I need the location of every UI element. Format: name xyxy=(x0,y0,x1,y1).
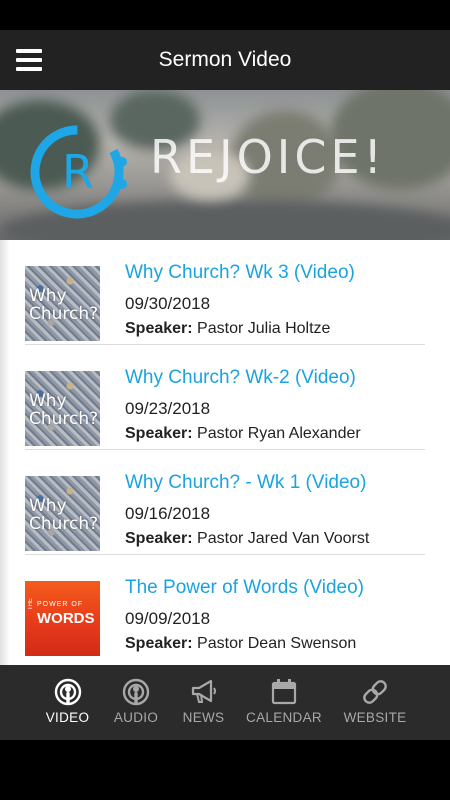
megaphone-icon xyxy=(191,679,216,703)
sermon-list: Why Church? Why Church? Wk 3 (Video) 09/… xyxy=(0,240,450,665)
status-bar xyxy=(0,0,450,30)
banner-word: REJOICE! xyxy=(150,130,386,184)
tab-label: VIDEO xyxy=(45,710,90,725)
sermon-thumbnail: Why Church? xyxy=(25,266,100,341)
tab-label: WEBSITE xyxy=(343,710,407,725)
sermon-thumbnail: Why Church? xyxy=(25,371,100,446)
tab-label: CALENDAR xyxy=(246,710,322,725)
sermon-speaker: Speaker: Pastor Julia Holtze xyxy=(125,320,331,337)
sermon-item[interactable]: Why Church? Why Church? - Wk 1 (Video) 0… xyxy=(25,450,425,555)
sermon-item[interactable]: THE POWER OF WORDS The Power of Words (V… xyxy=(25,555,425,660)
bottom-tab-bar: VIDEO AUDIO NEWS CALENDAR WEBSITE xyxy=(0,665,450,740)
sermon-speaker: Speaker: Pastor Ryan Alexander xyxy=(125,425,361,442)
sermon-item[interactable]: Why Church? Why Church? Wk 3 (Video) 09/… xyxy=(25,240,425,345)
sermon-date: 09/09/2018 xyxy=(125,609,211,628)
tab-video[interactable]: VIDEO xyxy=(35,665,100,740)
sermon-title[interactable]: The Power of Words (Video) xyxy=(125,577,364,599)
rejoice-banner: R REJOICE! xyxy=(0,90,450,240)
sermon-date: 09/23/2018 xyxy=(125,399,211,418)
sermon-thumbnail: THE POWER OF WORDS xyxy=(25,581,100,656)
tab-news[interactable]: NEWS xyxy=(176,665,231,740)
app-bar: Sermon Video xyxy=(0,30,450,90)
tab-website[interactable]: WEBSITE xyxy=(340,665,410,740)
sermon-speaker: Speaker: Pastor Jared Van Voorst xyxy=(125,530,370,547)
tab-label: AUDIO xyxy=(113,710,159,725)
sermon-date: 09/16/2018 xyxy=(125,504,211,523)
sermon-title[interactable]: Why Church? Wk 3 (Video) xyxy=(125,262,355,284)
tab-label: NEWS xyxy=(182,710,225,725)
sermon-title[interactable]: Why Church? - Wk 1 (Video) xyxy=(125,472,366,494)
system-nav-bar xyxy=(0,740,450,800)
rejoice-logo-icon: R xyxy=(30,125,127,219)
sermon-speaker: Speaker: Pastor Dean Swenson xyxy=(125,635,357,652)
tab-calendar[interactable]: CALENDAR xyxy=(244,665,324,740)
sermon-item[interactable]: Why Church? Why Church? Wk-2 (Video) 09/… xyxy=(25,345,425,450)
sermon-thumbnail: Why Church? xyxy=(25,476,100,551)
podcast-icon xyxy=(54,678,81,706)
calendar-icon xyxy=(271,679,297,705)
logo-letter: R xyxy=(62,145,94,199)
tab-audio[interactable]: AUDIO xyxy=(106,665,166,740)
sermon-title[interactable]: Why Church? Wk-2 (Video) xyxy=(125,367,356,389)
sermon-date: 09/30/2018 xyxy=(125,294,211,313)
link-icon xyxy=(363,680,387,704)
page-title: Sermon Video xyxy=(158,48,292,71)
podcast-icon xyxy=(122,678,150,706)
